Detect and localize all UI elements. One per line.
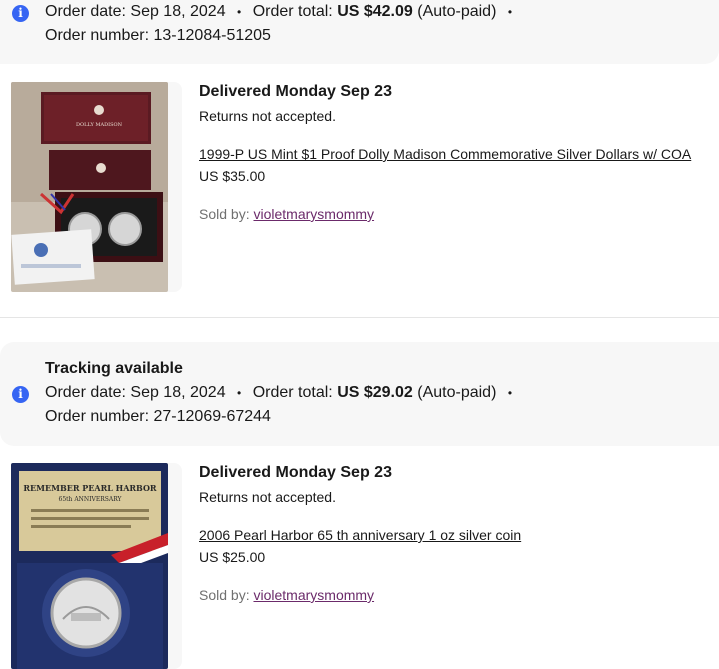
tracking-status: Tracking available	[45, 360, 183, 377]
order-total: US $29.02	[337, 384, 413, 401]
item-title-link[interactable]: 2006 Pearl Harbor 65 th anniversary 1 oz…	[199, 527, 521, 543]
order-total-label: Order total:	[252, 384, 333, 401]
order-date: Sep 18, 2024	[130, 3, 226, 20]
order-total: US $42.09	[337, 3, 413, 20]
seller-link[interactable]: violetmarysmommy	[253, 587, 374, 603]
info-icon: i	[12, 386, 29, 403]
order-summary-line: Order date: Sep 18, 2024 • Order total: …	[45, 3, 513, 20]
item-price: US $35.00	[199, 168, 266, 184]
order-summary-line: Order date: Sep 18, 2024 • Order total: …	[45, 384, 513, 401]
order-number-label: Order number:	[45, 27, 150, 44]
order-number-line: Order number: 27-12069-67244	[45, 408, 271, 426]
item-title-link[interactable]: 1999-P US Mint $1 Proof Dolly Madison Co…	[199, 146, 691, 162]
coin-photo: REMEMBER PEARL HARBOR 65th ANNIVERSARY	[11, 463, 168, 669]
order-number: 27-12069-67244	[153, 408, 271, 425]
sold-by: Sold by: violetmarysmommy	[199, 587, 374, 603]
delivery-status: Delivered Monday Sep 23	[199, 464, 392, 481]
order-header: i Order date: Sep 18, 2024 • Order total…	[0, 0, 719, 64]
order-total-label: Order total:	[252, 3, 333, 20]
order-number-label: Order number:	[45, 408, 150, 425]
paid-status: (Auto-paid)	[417, 384, 497, 401]
order-date-label: Order date:	[45, 3, 126, 20]
seller-link[interactable]: violetmarysmommy	[253, 206, 374, 222]
certificate-subtitle: 65th ANNIVERSARY	[59, 496, 123, 503]
order-date: Sep 18, 2024	[130, 384, 226, 401]
delivery-status: Delivered Monday Sep 23	[199, 83, 392, 100]
sold-by-label: Sold by:	[199, 206, 250, 222]
order-number: 13-12084-51205	[153, 27, 271, 44]
order-number-line: Order number: 13-12084-51205	[45, 27, 271, 45]
item-image-dolly-madison[interactable]: DOLLY MADISON	[11, 82, 168, 292]
order-header: Tracking available i Order date: Sep 18,…	[0, 342, 719, 446]
returns-policy: Returns not accepted.	[199, 108, 336, 124]
returns-policy: Returns not accepted.	[199, 489, 336, 505]
sold-by: Sold by: violetmarysmommy	[199, 206, 374, 222]
order-divider	[0, 317, 719, 318]
coin-set-photo: DOLLY MADISON	[11, 82, 168, 292]
certificate-title: REMEMBER PEARL HARBOR	[23, 483, 157, 493]
sold-by-label: Sold by:	[199, 587, 250, 603]
paid-status: (Auto-paid)	[417, 3, 497, 20]
item-image-pearl-harbor[interactable]: REMEMBER PEARL HARBOR 65th ANNIVERSARY	[11, 463, 168, 669]
order-date-label: Order date:	[45, 384, 126, 401]
item-price: US $25.00	[199, 549, 266, 565]
info-icon: i	[12, 5, 29, 22]
box-lid-label: DOLLY MADISON	[76, 122, 123, 128]
